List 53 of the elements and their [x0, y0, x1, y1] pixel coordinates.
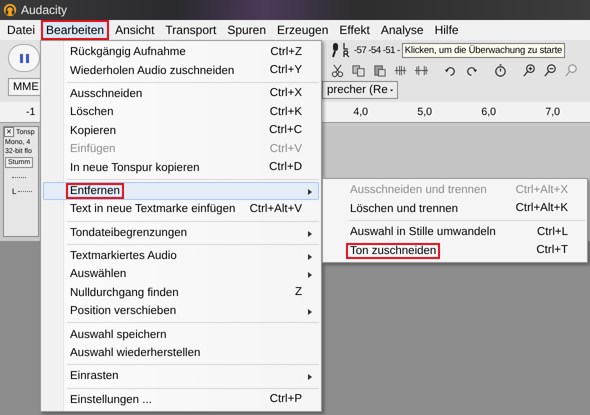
menu-item[interactable]: Tondateibegrenzungen: [43, 224, 319, 242]
device-dropdown[interactable]: precher (Re: [322, 81, 398, 99]
menu-bar-item[interactable]: Hilfe: [430, 20, 464, 40]
menu-item[interactable]: Rückgängig Aufnahme Ctrl+Z: [43, 43, 319, 62]
menu-item[interactable]: Text in neue Textmarke einfügen Ctrl+Alt+V: [43, 200, 319, 219]
ruler-label: 6,0: [480, 106, 497, 118]
menu-bar-item[interactable]: Transport: [160, 20, 222, 40]
menu-item[interactable]: In neue Tonspur kopieren Ctrl+D: [43, 158, 319, 177]
menu-item[interactable]: Auswahl in Stille umwandeln Ctrl+L: [325, 223, 585, 242]
submenu-arrow-icon: [308, 188, 312, 195]
tooltip: Klicken, um die Überwachung zu starte: [402, 42, 566, 58]
zoom-out-icon[interactable]: [543, 62, 558, 78]
menu-bar-item[interactable]: Erzeugen: [272, 20, 334, 40]
stopwatch-icon[interactable]: [493, 62, 508, 78]
pan-label: L: [12, 186, 16, 196]
menu-item[interactable]: Position verschieben: [43, 302, 319, 320]
ruler-label: 7,0: [544, 106, 561, 118]
meter-scale[interactable]: -57 -54 -51 -: [354, 44, 400, 56]
submenu-arrow-icon: [308, 374, 312, 380]
menu-item[interactable]: Einrasten: [43, 367, 319, 386]
menu-item[interactable]: Nulldurchgang finden Z: [43, 284, 319, 302]
copy-icon[interactable]: [351, 62, 366, 78]
menu-item[interactable]: Auswahl wiederherstellen: [43, 344, 319, 362]
menu-bar-item[interactable]: Ansicht: [110, 20, 160, 40]
menu-item[interactable]: Kopieren Ctrl+C: [43, 122, 319, 140]
paste-icon[interactable]: [372, 62, 387, 78]
menu-item[interactable]: Löschen Ctrl+K: [43, 103, 319, 122]
menu-bar-item[interactable]: Datei: [2, 20, 40, 40]
pause-button[interactable]: [8, 44, 40, 72]
ruler-label: 5,0: [416, 106, 433, 118]
ruler-label: 4,0: [352, 106, 369, 118]
menu-item[interactable]: Löschen und trennen Ctrl+Alt+K: [325, 200, 585, 218]
menu-bar-item[interactable]: Spuren: [222, 20, 272, 40]
submenu-arrow-icon: [308, 272, 312, 278]
menu-bar-item[interactable]: Bearbeiten: [41, 20, 110, 40]
zoom-in-icon[interactable]: [522, 62, 537, 78]
menu-item[interactable]: Textmarkiertes Audio: [43, 246, 319, 266]
menu-item[interactable]: Entfernen: [43, 182, 319, 200]
menu-item[interactable]: Auswählen: [43, 265, 319, 284]
menu-item[interactable]: Wiederholen Audio zuschneiden Ctrl+Y: [43, 61, 319, 80]
scissors-icon[interactable]: [330, 62, 345, 78]
headphones-icon: [3, 3, 17, 17]
submenu-arrow-icon: [308, 309, 312, 316]
menu-bar-item[interactable]: Analyse: [376, 20, 429, 40]
menu-item[interactable]: Auswahl speichern: [43, 325, 319, 344]
menu-item[interactable]: Einstellungen ... Ctrl+P: [43, 390, 319, 410]
ruler-label: -1: [26, 106, 36, 118]
window-title: Audacity: [21, 3, 68, 17]
microphone-icon[interactable]: [330, 41, 352, 59]
submenu-arrow-icon: [308, 230, 312, 237]
menu-item[interactable]: Ton zuschneiden Ctrl+T: [325, 242, 585, 260]
submenu-arrow-icon: [308, 254, 312, 260]
menu-bar-item[interactable]: Effekt: [334, 20, 375, 40]
